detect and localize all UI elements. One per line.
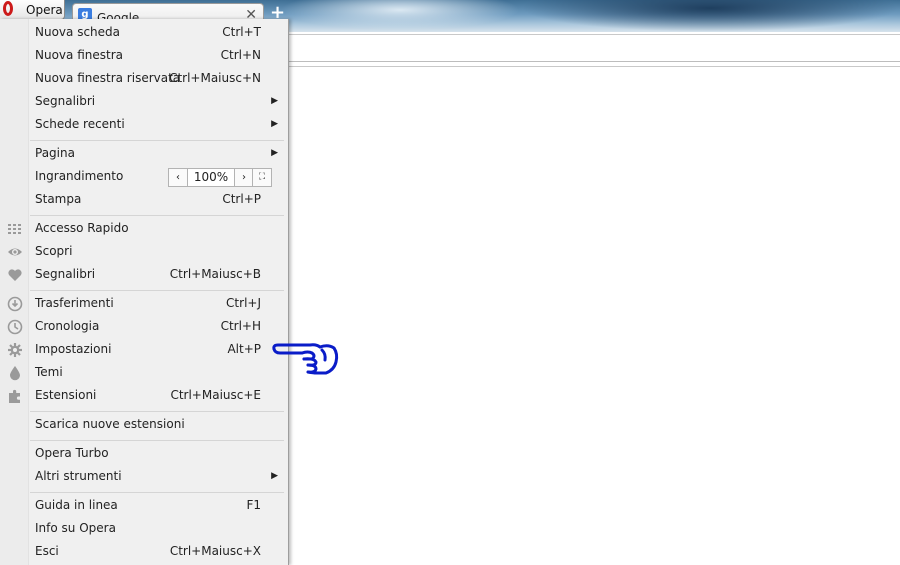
- menu-item-label: Pagina: [35, 146, 75, 160]
- menu-item-new-private-window[interactable]: Nuova finestra riservata Ctrl+Maiusc+N: [0, 67, 288, 90]
- menu-item-new-window[interactable]: Nuova finestra Ctrl+N: [0, 44, 288, 67]
- submenu-arrow-icon: ▶: [271, 96, 278, 106]
- menu-item-label: Scarica nuove estensioni: [35, 417, 185, 431]
- grid-icon: [8, 224, 21, 234]
- menu-item-downloads[interactable]: Trasferimenti Ctrl+J: [0, 292, 288, 315]
- menu-item-label: Info su Opera: [35, 521, 116, 535]
- menu-item-label: Nuova finestra riservata: [35, 71, 181, 85]
- plus-icon[interactable]: +: [270, 4, 285, 22]
- menu-item-label: Guida in linea: [35, 498, 118, 512]
- toolbar-divider: [288, 66, 900, 67]
- menu-item-label: Opera Turbo: [35, 446, 109, 460]
- menu-item-about[interactable]: Info su Opera: [0, 517, 288, 540]
- menu-item-extensions[interactable]: Estensioni Ctrl+Maiusc+E: [0, 384, 288, 407]
- menu-separator: [30, 215, 284, 216]
- zoom-control: ‹ 100% ›: [168, 168, 254, 187]
- opera-logo-icon: [3, 1, 17, 18]
- sky-shadow: [520, 0, 900, 32]
- menu-item-shortcut: Alt+P: [227, 342, 261, 356]
- opera-menu-label: Opera: [26, 2, 63, 17]
- menu-item-history[interactable]: Cronologia Ctrl+H: [0, 315, 288, 338]
- menu-item-label: Altri strumenti: [35, 469, 122, 483]
- menu-item-shortcut: Ctrl+H: [220, 319, 261, 333]
- menu-item-speed-dial[interactable]: Accesso Rapido: [0, 217, 288, 240]
- menu-item-label: Segnalibri: [35, 267, 96, 281]
- drop-icon: [10, 366, 20, 381]
- menu-item-shortcut: Ctrl+Maiusc+E: [170, 388, 261, 402]
- download-icon: [7, 296, 23, 312]
- menu-item-zoom: Ingrandimento ‹ 100% › ⛶: [0, 165, 288, 188]
- submenu-arrow-icon: ▶: [271, 471, 278, 481]
- menu-separator: [30, 140, 284, 141]
- address-bar[interactable]: [288, 34, 900, 62]
- menu-item-label: Segnalibri: [35, 94, 96, 108]
- submenu-arrow-icon: ▶: [271, 119, 278, 129]
- menu-item-print[interactable]: Stampa Ctrl+P: [0, 188, 288, 211]
- menu-item-get-extensions[interactable]: Scarica nuove estensioni: [0, 413, 288, 436]
- eye-icon: [8, 248, 22, 256]
- menu-item-label: Nuova finestra: [35, 48, 123, 62]
- menu-item-label: Estensioni: [35, 388, 97, 402]
- menu-item-page[interactable]: Pagina ▶: [0, 142, 288, 165]
- menu-item-new-tab[interactable]: Nuova scheda Ctrl+T: [0, 21, 288, 44]
- menu-separator: [30, 411, 284, 412]
- menu-item-label: Ingrandimento: [35, 169, 124, 183]
- opera-menu-button[interactable]: Opera: [0, 0, 65, 20]
- menu-item-shortcut: Ctrl+Maiusc+N: [169, 71, 261, 85]
- opera-menu: Nuova scheda Ctrl+T Nuova finestra Ctrl+…: [0, 19, 289, 565]
- heart-icon: [8, 269, 22, 281]
- sky-highlight: [280, 0, 520, 30]
- menu-item-exit[interactable]: Esci Ctrl+Maiusc+X: [0, 540, 288, 563]
- menu-item-shortcut: Ctrl+T: [222, 25, 261, 39]
- menu-item-label: Impostazioni: [35, 342, 112, 356]
- menu-item-shortcut: Ctrl+N: [220, 48, 261, 62]
- menu-item-shortcut: Ctrl+Maiusc+X: [169, 544, 261, 558]
- pointing-hand-icon: [272, 343, 339, 375]
- submenu-arrow-icon: ▶: [271, 148, 278, 158]
- menu-item-bookmarks[interactable]: Segnalibri Ctrl+Maiusc+B: [0, 263, 288, 286]
- menu-item-themes[interactable]: Temi: [0, 361, 288, 384]
- menu-item-more-tools[interactable]: Altri strumenti ▶: [0, 465, 288, 488]
- menu-item-recent-tabs[interactable]: Schede recenti ▶: [0, 113, 288, 136]
- menu-item-label: Schede recenti: [35, 117, 125, 131]
- menu-item-bookmarks-submenu[interactable]: Segnalibri ▶: [0, 90, 288, 113]
- menu-item-label: Accesso Rapido: [35, 221, 129, 235]
- menu-item-help[interactable]: Guida in linea F1: [0, 494, 288, 517]
- menu-item-label: Cronologia: [35, 319, 100, 333]
- menu-item-label: Stampa: [35, 192, 82, 206]
- menu-item-shortcut: Ctrl+P: [222, 192, 261, 206]
- menu-item-shortcut: Ctrl+Maiusc+B: [169, 267, 261, 281]
- menu-item-opera-turbo[interactable]: Opera Turbo: [0, 442, 288, 465]
- menu-item-label: Trasferimenti: [35, 296, 114, 310]
- menu-separator: [30, 290, 284, 291]
- menu-item-label: Esci: [35, 544, 59, 558]
- gear-icon: [8, 343, 22, 357]
- menu-separator: [30, 492, 284, 493]
- zoom-value: 100%: [188, 168, 234, 187]
- puzzle-icon: [9, 389, 20, 403]
- menu-separator: [30, 440, 284, 441]
- menu-item-label: Nuova scheda: [35, 25, 121, 39]
- zoom-in-button[interactable]: ›: [234, 168, 254, 187]
- menu-item-label: Temi: [35, 365, 63, 379]
- menu-item-shortcut: F1: [246, 498, 261, 512]
- menu-item-label: Scopri: [35, 244, 73, 258]
- menu-item-discover[interactable]: Scopri: [0, 240, 288, 263]
- fullscreen-icon[interactable]: ⛶: [252, 168, 272, 187]
- menu-item-shortcut: Ctrl+J: [226, 296, 261, 310]
- clock-icon: [7, 319, 23, 335]
- menu-item-settings[interactable]: Impostazioni Alt+P: [0, 338, 288, 361]
- zoom-out-button[interactable]: ‹: [168, 168, 188, 187]
